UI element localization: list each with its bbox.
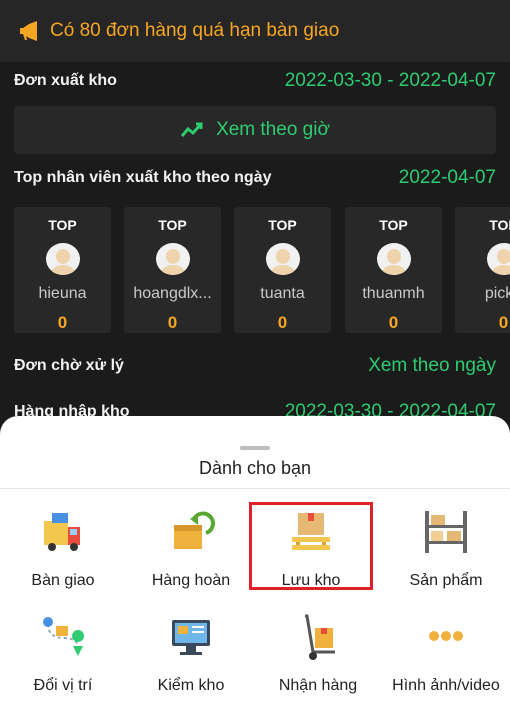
staff-name: picku — [484, 285, 510, 302]
menu-item-hang-hoan[interactable]: Hàng hoàn — [131, 507, 251, 590]
monitor-icon — [172, 620, 210, 655]
menu-item-kiem-kho[interactable]: Kiểm kho — [131, 612, 251, 695]
staff-card[interactable]: TOP hieuna 0 — [14, 207, 111, 333]
sheet-drag-handle[interactable] — [240, 446, 270, 450]
staff-count: 0 — [498, 313, 509, 332]
overdue-notice-bar[interactable]: Có 80 đơn hàng quá hạn bàn giao — [0, 0, 510, 62]
menu-item-nhan-hang[interactable]: Nhận hàng — [258, 612, 378, 695]
menu-item-doi-vi-tri[interactable]: Đổi vị trí — [3, 612, 123, 695]
route-icon — [43, 617, 85, 656]
return-box-icon — [174, 511, 215, 549]
menu-item-label: Nhận hàng — [278, 677, 358, 694]
top-staff-row: Top nhân viên xuất kho theo ngày 2022-04… — [14, 167, 496, 189]
avatar — [155, 243, 190, 275]
staff-card[interactable]: TOP tuanta 0 — [234, 207, 331, 333]
staff-name: thuanmh — [362, 285, 425, 302]
staff-count: 0 — [277, 313, 288, 332]
top-staff-carousel[interactable]: TOP hieuna 0 TOP hoangdlx... 0 TOP tuant… — [14, 207, 510, 333]
menu-item-label: Hình ảnh/video — [392, 677, 500, 694]
staff-name: hieuna — [38, 285, 87, 302]
avatar — [486, 243, 510, 275]
top-staff-label: Top nhân viên xuất kho theo ngày — [14, 169, 272, 186]
staff-count: 0 — [388, 313, 399, 332]
menu-item-hinh-anh-video[interactable]: Hình ảnh/video — [386, 612, 506, 695]
sheet-title: Dành cho bạn — [198, 458, 312, 478]
view-by-day-link[interactable]: Xem theo ngày — [368, 355, 496, 377]
export-row: Đơn xuất kho 2022-03-30 - 2022-04-07 — [14, 70, 496, 92]
staff-name: tuanta — [260, 285, 305, 302]
view-by-hour-button[interactable]: Xem theo giờ — [14, 106, 496, 154]
menu-item-label: Hàng hoàn — [151, 572, 231, 589]
staff-count: 0 — [167, 313, 178, 332]
top-badge: TOP — [48, 217, 77, 233]
notice-text: Có 80 đơn hàng quá hạn bàn giao — [50, 20, 340, 41]
delivery-truck-icon — [44, 513, 80, 551]
menu-item-ban-giao[interactable]: Bàn giao — [3, 507, 123, 590]
staff-card[interactable]: TOP picku 0 — [455, 207, 510, 333]
sheet-divider — [0, 488, 510, 489]
menu-item-san-pham[interactable]: Sản phẩm — [386, 507, 506, 590]
menu-item-label: Đổi vị trí — [33, 677, 93, 694]
staff-count: 0 — [57, 313, 68, 332]
menu-item-label: Sản phẩm — [409, 572, 483, 589]
view-by-hour-label: Xem theo giờ — [216, 119, 330, 140]
export-date-range[interactable]: 2022-03-30 - 2022-04-07 — [285, 70, 496, 92]
highlight-frame — [249, 502, 373, 590]
menu-item-label: Bàn giao — [31, 572, 95, 589]
avatar — [376, 243, 411, 275]
shelf-icon — [425, 511, 467, 553]
export-label: Đơn xuất kho — [14, 72, 117, 89]
staff-card[interactable]: TOP hoangdlx... 0 — [124, 207, 221, 333]
more-dots-icon — [429, 631, 463, 641]
top-badge: TOP — [489, 217, 510, 233]
avatar — [265, 243, 300, 275]
pending-row: Đơn chờ xử lý Xem theo ngày — [14, 355, 496, 377]
top-staff-date[interactable]: 2022-04-07 — [399, 167, 496, 189]
top-badge: TOP — [158, 217, 187, 233]
trend-line-icon — [180, 122, 203, 137]
menu-item-label: Kiểm kho — [157, 677, 225, 694]
staff-card[interactable]: TOP thuanmh 0 — [345, 207, 442, 333]
avatar — [45, 243, 80, 275]
staff-name: hoangdlx... — [133, 285, 212, 302]
pending-label: Đơn chờ xử lý — [14, 357, 124, 374]
top-badge: TOP — [379, 217, 408, 233]
hand-truck-icon — [305, 614, 335, 660]
top-badge: TOP — [268, 217, 297, 233]
megaphone-icon — [20, 21, 37, 41]
